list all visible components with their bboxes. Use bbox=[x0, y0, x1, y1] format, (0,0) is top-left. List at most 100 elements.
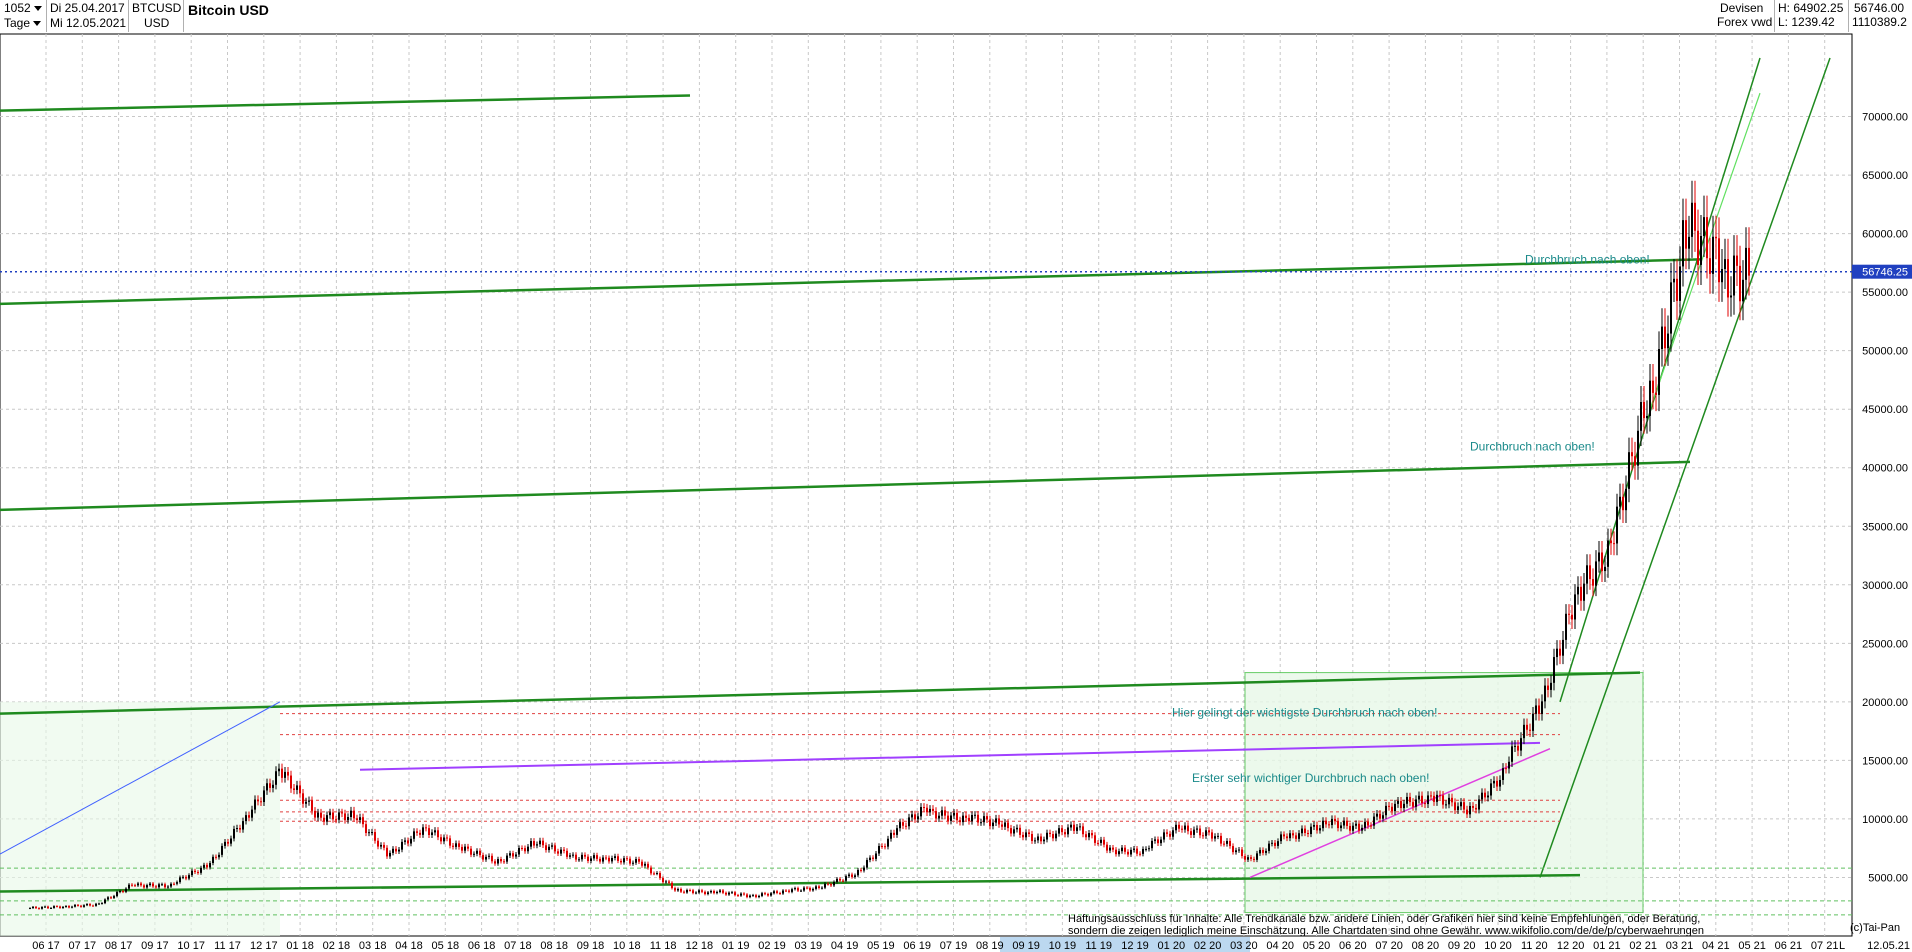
candle-body bbox=[371, 832, 373, 834]
x-tick-label: 04 20 bbox=[1266, 940, 1294, 952]
candle-body bbox=[992, 822, 994, 827]
candle-body bbox=[698, 890, 700, 893]
candle-body bbox=[1148, 848, 1150, 850]
candle-body bbox=[1055, 833, 1057, 839]
candle-body bbox=[29, 908, 31, 910]
candle-body bbox=[1427, 795, 1429, 805]
candle-body bbox=[1256, 853, 1258, 860]
candle-body bbox=[392, 848, 394, 853]
candle-body bbox=[1163, 832, 1165, 840]
candle-body bbox=[161, 884, 163, 886]
category-label: Devisen bbox=[1720, 1, 1764, 15]
count-dropdown[interactable]: 1052 bbox=[4, 1, 42, 15]
candle-body bbox=[1310, 826, 1312, 835]
symbol-label[interactable]: BTCUSD bbox=[132, 1, 181, 15]
trendline bbox=[1649, 92, 1761, 410]
x-tick-label: 12 19 bbox=[1121, 940, 1149, 952]
date-from[interactable]: Di 25.04.2017 bbox=[50, 1, 125, 15]
annotation-label: Durchbruch nach oben! bbox=[1525, 252, 1650, 266]
candle-body bbox=[692, 890, 694, 894]
candle-body bbox=[236, 828, 238, 830]
candle-body bbox=[1262, 849, 1264, 853]
candle-body bbox=[980, 822, 982, 824]
candle-body bbox=[1454, 802, 1456, 811]
candle-body bbox=[1202, 835, 1204, 837]
candle-body bbox=[407, 840, 409, 844]
candle-body bbox=[590, 858, 592, 861]
candle-body bbox=[1631, 452, 1633, 457]
y-tick-label: 50000.00 bbox=[1862, 346, 1908, 358]
candle-body bbox=[98, 903, 100, 905]
low-label: L: 1239.42 bbox=[1778, 15, 1835, 29]
candle-body bbox=[434, 830, 436, 833]
candle-body bbox=[935, 810, 937, 819]
chevron-down-icon bbox=[33, 6, 42, 12]
candle-body bbox=[1103, 839, 1105, 845]
candle-body bbox=[197, 872, 199, 874]
candle-body bbox=[506, 855, 508, 862]
date-to[interactable]: Mi 12.05.2021 bbox=[50, 16, 126, 30]
candle-body bbox=[1706, 217, 1708, 259]
x-tick-label: 03 20 bbox=[1230, 940, 1258, 952]
candle-body bbox=[344, 813, 346, 821]
x-tick-label: 02 19 bbox=[758, 940, 786, 952]
candle-body bbox=[200, 867, 202, 873]
candle-body bbox=[356, 818, 358, 821]
candle-body bbox=[1331, 818, 1333, 826]
candle-body bbox=[1082, 826, 1084, 835]
candle-body bbox=[584, 854, 586, 857]
period-value: Tage bbox=[4, 16, 31, 30]
candle-body bbox=[764, 893, 766, 895]
candle-body bbox=[323, 817, 325, 822]
period-dropdown[interactable]: Tage bbox=[4, 16, 42, 30]
candle-body bbox=[962, 815, 964, 823]
candle-body bbox=[1742, 279, 1744, 302]
candle-body bbox=[1487, 795, 1489, 798]
volume-value: 1110389.2 bbox=[1852, 15, 1907, 29]
candle-body bbox=[203, 864, 205, 868]
x-log-label: L bbox=[1839, 940, 1845, 952]
candle-body bbox=[68, 906, 70, 908]
candle-body bbox=[281, 768, 283, 778]
candle-body bbox=[1046, 832, 1048, 840]
candle-body bbox=[209, 863, 211, 868]
candle-body bbox=[1034, 840, 1036, 842]
candle-body bbox=[1685, 220, 1687, 249]
candle-body bbox=[1094, 835, 1096, 843]
candle-body bbox=[116, 891, 118, 897]
candle-body bbox=[1640, 402, 1642, 431]
x-tick-label: 06 18 bbox=[468, 940, 496, 952]
x-tick-label: 07 18 bbox=[504, 940, 532, 952]
candle-body bbox=[149, 883, 151, 886]
candle-body bbox=[1418, 795, 1420, 800]
candle-body bbox=[71, 906, 73, 908]
candle-body bbox=[107, 897, 109, 900]
candle-body bbox=[863, 867, 865, 871]
candle-body bbox=[779, 893, 781, 895]
price-chart[interactable]: 5000.00 10000.00 15000.00 20000.00 25000.00 3… bbox=[0, 0, 1912, 952]
candle-body bbox=[950, 815, 952, 821]
candle-body bbox=[560, 849, 562, 854]
y-tick-label: 10000.00 bbox=[1862, 814, 1908, 826]
candle-body bbox=[647, 863, 649, 868]
candle-body bbox=[1079, 826, 1081, 828]
candle-body bbox=[650, 867, 652, 874]
candle-body bbox=[503, 861, 505, 863]
candle-body bbox=[959, 820, 961, 823]
separator bbox=[1774, 0, 1775, 32]
candle-body bbox=[557, 851, 559, 854]
candle-body bbox=[230, 838, 232, 844]
currency-label: USD bbox=[144, 16, 170, 30]
candle-body bbox=[1244, 856, 1246, 860]
candle-body bbox=[848, 874, 850, 877]
candle-body bbox=[971, 814, 973, 822]
candle-body bbox=[1406, 796, 1408, 804]
candle-body bbox=[905, 825, 907, 827]
candle-body bbox=[845, 876, 847, 881]
candle-body bbox=[1424, 803, 1426, 805]
candle-body bbox=[1337, 821, 1339, 829]
candle-body bbox=[1676, 278, 1678, 301]
candle-body bbox=[1541, 701, 1543, 714]
candle-body bbox=[1364, 821, 1366, 828]
candle-body bbox=[737, 895, 739, 897]
